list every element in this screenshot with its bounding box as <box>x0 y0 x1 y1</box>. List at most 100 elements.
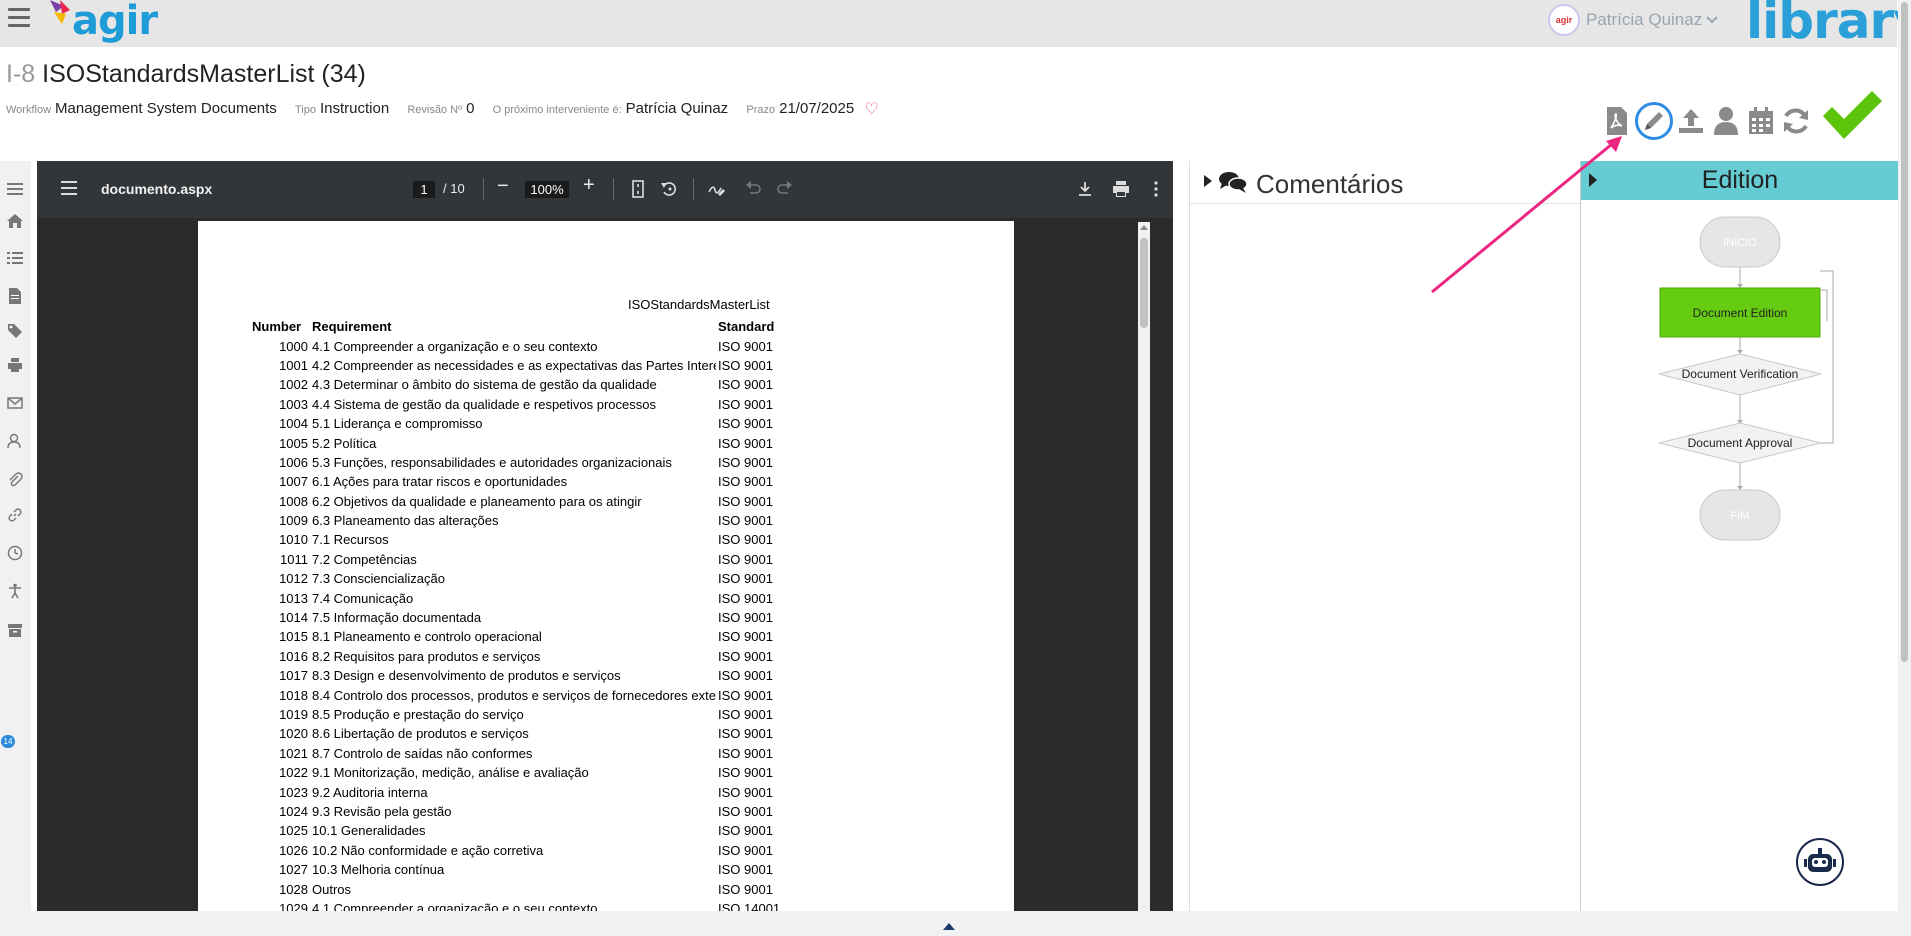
refresh-icon[interactable] <box>1779 104 1813 138</box>
edit-pencil-button[interactable] <box>1635 102 1673 140</box>
tags-icon[interactable] <box>7 323 23 339</box>
cell-number: 1000 <box>279 338 308 354</box>
cell-requirement: 7.5 Informação documentada <box>312 610 482 626</box>
link-icon[interactable] <box>7 507 23 523</box>
page-scrollbar[interactable] <box>1898 0 1911 936</box>
archive-icon[interactable] <box>7 622 23 638</box>
pencil-icon <box>1645 112 1663 130</box>
cell-number: 1014 <box>279 610 308 626</box>
table-row: 1010 7.1 Recursos ISO 9001 <box>252 530 780 549</box>
pdf-page-input[interactable]: 1 <box>413 181 435 198</box>
caret-up-icon[interactable] <box>943 923 955 930</box>
requirements-table: Number Requirement Standard 1000 4.1 Comp… <box>252 317 780 918</box>
cell-number: 1018 <box>279 687 308 703</box>
cell-standard: ISO 9001 <box>718 765 773 781</box>
print-icon[interactable] <box>7 357 23 373</box>
table-row: 1016 8.2 Requisitos para produtos e servi… <box>252 647 780 666</box>
cell-standard: ISO 9001 <box>718 842 773 858</box>
download-icon[interactable] <box>1076 180 1094 198</box>
clock-icon[interactable] <box>7 545 23 561</box>
list-icon[interactable] <box>7 250 23 266</box>
chatbot-button[interactable] <box>1796 838 1844 886</box>
workflow-node-end-label: FIM <box>1731 510 1750 522</box>
cell-standard: ISO 9001 <box>718 532 773 548</box>
home-icon[interactable] <box>7 213 23 229</box>
cell-number: 1005 <box>279 435 308 451</box>
table-row: 1014 7.5 Informação documentada ISO 9001 <box>252 608 780 627</box>
cell-standard: ISO 9001 <box>718 668 773 684</box>
cell-standard: ISO 9001 <box>718 513 773 529</box>
fit-page-icon[interactable] <box>629 180 647 198</box>
document-code: I-8 <box>6 60 36 88</box>
page-title: I-8 ISOStandardsMasterList (34) <box>6 60 366 89</box>
document-icon[interactable] <box>7 288 23 304</box>
cell-requirement: 8.3 Design e desenvolvimento de produtos… <box>312 668 621 684</box>
meta-label-type: Tipo <box>294 104 316 116</box>
cell-standard: ISO 9001 <box>718 416 773 432</box>
cell-number: 1022 <box>279 765 308 781</box>
zoom-in-button[interactable]: + <box>583 174 595 197</box>
table-row: 1000 4.1 Compreender a organização e o se… <box>252 336 780 355</box>
cell-number: 1002 <box>279 377 308 393</box>
table-row: 1018 8.4 Controlo dos processos, produtos… <box>252 685 780 704</box>
paperclip-icon[interactable] <box>7 472 23 488</box>
user-menu[interactable]: agir Patrícia Quinaz <box>1548 3 1718 37</box>
meta-label-next: O próximo interveniente é: <box>492 104 622 116</box>
cell-number: 1017 <box>279 668 308 684</box>
undo-icon[interactable] <box>744 180 762 198</box>
annotation-arrow <box>1431 136 1622 294</box>
cell-number: 1012 <box>279 571 308 587</box>
annotate-icon[interactable] <box>707 180 725 198</box>
cell-number: 1010 <box>279 532 308 548</box>
calendar-icon[interactable] <box>1744 104 1778 138</box>
table-row: 1011 7.2 Competências ISO 9001 <box>252 550 780 569</box>
cell-standard: ISO 9001 <box>718 338 773 354</box>
favorite-heart-icon[interactable]: ♡ <box>864 99 878 119</box>
users-icon[interactable] <box>7 433 23 449</box>
cell-requirement: 7.1 Recursos <box>312 532 389 548</box>
workflow-node-edition-label: Document Edition <box>1693 306 1788 320</box>
agir-logo[interactable]: agir <box>48 0 158 44</box>
zoom-level[interactable]: 100% <box>525 181 569 198</box>
table-row: 1024 9.3 Revisão pela gestão ISO 9001 <box>252 802 780 821</box>
cell-number: 1006 <box>279 454 308 470</box>
accessibility-icon[interactable] <box>7 583 23 599</box>
print-icon[interactable] <box>1112 180 1130 198</box>
cell-number: 1027 <box>279 862 308 878</box>
more-options-icon[interactable] <box>1147 180 1165 198</box>
cell-requirement: 8.6 Libertação de produtos e serviços <box>312 726 529 742</box>
pdf-viewer: documento.aspx 1 / 10 − 100% + ISOStanda… <box>37 161 1173 916</box>
zoom-out-button[interactable]: − <box>497 175 509 198</box>
workflow-node-approval-label: Document Approval <box>1688 436 1793 450</box>
page-scrollbar-thumb[interactable] <box>1901 2 1908 662</box>
redo-icon[interactable] <box>776 180 794 198</box>
hamburger-menu-icon[interactable] <box>8 8 30 28</box>
rotate-icon[interactable] <box>660 180 678 198</box>
cell-standard: ISO 9001 <box>718 862 773 878</box>
pdf-scrollbar-thumb[interactable] <box>1140 238 1148 328</box>
pdf-scrollbar[interactable] <box>1138 222 1150 911</box>
pdf-sidebar-menu-icon[interactable] <box>61 181 77 195</box>
approve-checkmark-button[interactable] <box>1820 90 1886 142</box>
avatar: agir <box>1548 4 1580 36</box>
cell-standard: ISO 9001 <box>718 687 773 703</box>
cell-standard: ISO 9001 <box>718 629 773 645</box>
chevron-down-icon <box>1706 16 1718 24</box>
cell-standard: ISO 9001 <box>718 803 773 819</box>
workflow-node-start-label: INÍCIO <box>1723 236 1757 249</box>
caret-right-icon[interactable] <box>1204 175 1212 187</box>
menu-icon[interactable] <box>7 181 23 197</box>
cell-requirement: 5.3 Funções, responsabilidades e autorid… <box>312 454 672 470</box>
scroll-up-icon[interactable] <box>1138 222 1150 234</box>
library-logo: library <box>1746 0 1911 50</box>
cell-requirement: Outros <box>312 881 352 897</box>
upload-icon[interactable] <box>1674 104 1708 138</box>
user-icon[interactable] <box>1709 104 1743 138</box>
mail-icon[interactable] <box>7 395 23 411</box>
cell-number: 1026 <box>279 842 308 858</box>
bottom-bar <box>0 911 1911 936</box>
cell-standard: ISO 9001 <box>718 881 773 897</box>
cell-number: 1007 <box>279 474 308 490</box>
table-row: 1007 6.1 Ações para tratar riscos e oport… <box>252 472 780 491</box>
workflow-node-verification-label: Document Verification <box>1682 367 1799 381</box>
